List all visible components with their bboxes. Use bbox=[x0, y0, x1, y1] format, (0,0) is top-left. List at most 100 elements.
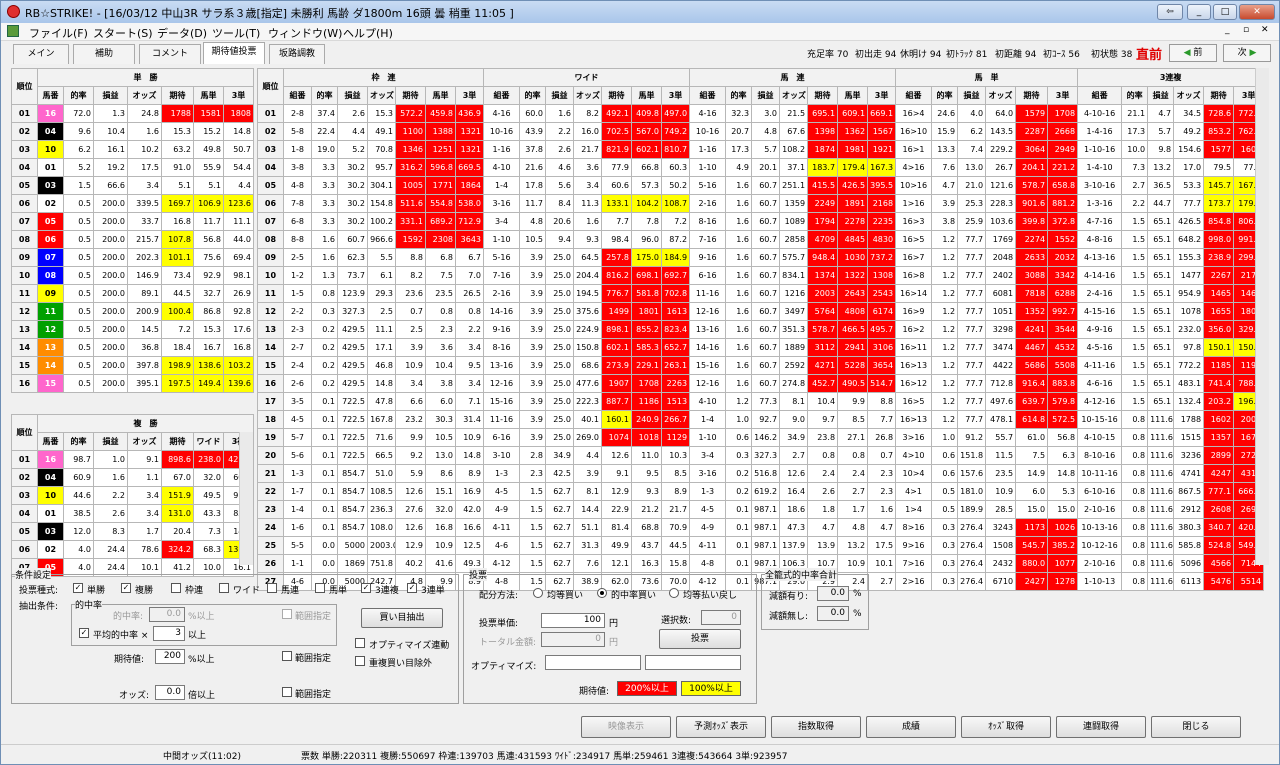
avg-hit-checkbox[interactable]: ✓ bbox=[79, 628, 89, 638]
table-row[interactable]: 05 03 1.5 66.6 3.4 5.1 5.1 4.4 bbox=[11, 176, 255, 195]
avg-hit-input[interactable]: 3 bbox=[153, 626, 185, 641]
maximize-button[interactable]: □ bbox=[1213, 4, 1237, 20]
exclude-dup-checkbox[interactable] bbox=[355, 656, 365, 666]
table-row[interactable]: 15 2-4 0.2 429.5 46.8 10.9 10.4 9.5 13-16 3.9 25.0… bbox=[257, 356, 1265, 375]
bet-type-checkbox[interactable]: ✓ bbox=[121, 583, 131, 593]
table-row[interactable]: 17 3-5 0.1 722.5 47.8 6.6 6.0 7.1 15-16 3.9 25.0 22… bbox=[257, 392, 1265, 411]
prev-button[interactable]: ◀ 前 bbox=[1169, 44, 1217, 62]
consecutive-button[interactable]: 連闘取得 bbox=[1056, 716, 1146, 738]
table-row[interactable]: 11 09 0.5 200.0 89.1 44.5 32.7 26.9 bbox=[11, 284, 255, 303]
expect-input[interactable]: 200 bbox=[155, 649, 185, 664]
table-row[interactable]: 11 1-5 0.8 123.9 29.3 23.6 23.5 26.5 2-16 3.9 25.0… bbox=[257, 284, 1265, 303]
tab-main[interactable]: メイン bbox=[13, 44, 69, 64]
table-row[interactable]: 16 15 0.5 200.0 395.1 197.5 149.4 139.6 bbox=[11, 374, 255, 393]
doc-restore-button[interactable]: ▫ bbox=[1243, 25, 1249, 35]
bet-type-checkbox[interactable] bbox=[219, 583, 229, 593]
odds-button[interactable]: ｵｯｽﾞ取得 bbox=[961, 716, 1051, 738]
optimize-link-checkbox[interactable] bbox=[355, 638, 365, 648]
predict-odds-button[interactable]: 予測ｵｯｽﾞ表示 bbox=[676, 716, 766, 738]
optimize-bar-1[interactable] bbox=[545, 655, 641, 670]
unit-input[interactable]: 100 bbox=[541, 613, 605, 628]
table-row[interactable]: 13 2-3 0.2 429.5 11.1 2.5 2.3 2.2 9-16 3.9 25.0 224… bbox=[257, 320, 1265, 339]
table-row[interactable]: 04 3-8 3.3 30.2 95.7 316.2 596.8 669.5 4-10 21.6 4… bbox=[257, 158, 1265, 177]
tab-comment[interactable]: コメント bbox=[139, 44, 201, 64]
table-row[interactable]: 12 11 0.5 200.0 200.9 100.4 86.8 92.8 bbox=[11, 302, 255, 321]
video-button[interactable]: 映像表示 bbox=[581, 716, 671, 738]
table-row[interactable]: 031044.62.23.4151.949.591.4 bbox=[11, 486, 255, 505]
table-row[interactable]: 09 07 0.5 200.0 202.3 101.1 75.6 69.4 bbox=[11, 248, 255, 267]
odds-input[interactable]: 0.0 bbox=[155, 685, 185, 700]
table-row[interactable]: 07 05 0.5 200.0 33.7 16.8 11.7 11.1 bbox=[11, 212, 255, 231]
table-row[interactable]: 01 16 72.0 1.3 24.8 1788 1581 1808 bbox=[11, 104, 255, 123]
table-row[interactable]: 21 1-3 0.1 854.7 51.0 5.9 8.6 8.9 1-3 2.3 42.5 3.9 9… bbox=[257, 464, 1265, 483]
table-row[interactable]: 22 1-7 0.1 854.7 108.5 12.6 15.1 16.9 4-5 1.5 62.7… bbox=[257, 482, 1265, 501]
doc-close-button[interactable]: ✕ bbox=[1261, 25, 1269, 35]
table-row[interactable]: 050312.08.31.720.47.314.2 bbox=[11, 522, 255, 541]
table-row[interactable]: 06 7-8 3.3 30.2 154.8 511.6 554.8 538.0 3-16 11.7… bbox=[257, 194, 1265, 213]
table-row[interactable]: 03 1-8 19.0 5.2 70.8 1346 1251 1321 1-16 37.8 2.6 2… bbox=[257, 140, 1265, 159]
table-row[interactable]: 10 08 0.5 200.0 146.9 73.4 92.9 98.1 bbox=[11, 266, 255, 285]
table-row[interactable]: 01 2-8 37.4 2.6 15.3 572.2 459.8 436.9 4-16 60.0 1… bbox=[257, 104, 1265, 123]
menu-tool[interactable]: ツール(T) bbox=[212, 25, 260, 41]
alloc-radio[interactable] bbox=[533, 588, 543, 598]
menu-start[interactable]: スタート(S) bbox=[93, 25, 153, 41]
odds-range-checkbox[interactable] bbox=[282, 687, 292, 697]
table-row[interactable]: 011698.71.09.1898.6238.0421.2 bbox=[11, 450, 255, 469]
table-row[interactable]: 05 4-8 3.3 30.2 304.1 1005 1771 1864 1-4 17.8 5.6 3… bbox=[257, 176, 1265, 195]
table-row[interactable]: 26 1-1 0.0 1869 751.8 40.2 41.6 49.3 4-12 1.5 62.7… bbox=[257, 554, 1265, 573]
optimize-bar-2[interactable] bbox=[645, 655, 741, 670]
table-row[interactable]: 04 01 5.2 19.2 17.5 91.0 55.9 54.4 bbox=[11, 158, 255, 177]
table-row[interactable]: 18 4-5 0.1 722.5 167.8 23.2 30.3 31.4 11-16 3.9 25… bbox=[257, 410, 1265, 429]
table-row[interactable]: 06024.024.478.6324.268.3131.3 bbox=[11, 540, 255, 559]
table-row[interactable]: 040138.52.63.4131.043.385.1 bbox=[11, 504, 255, 523]
minimize-button[interactable]: _ bbox=[1187, 4, 1211, 20]
table-row[interactable]: 08 8-8 1.6 60.7 966.6 1592 2308 3643 1-10 10.5 9.4… bbox=[257, 230, 1265, 249]
table-row[interactable]: 06 02 0.5 200.0 339.5 169.7 106.9 123.6 bbox=[11, 194, 255, 213]
menu-window[interactable]: ウィンドウ(W) bbox=[268, 25, 342, 41]
bet-type-checkbox[interactable] bbox=[315, 583, 325, 593]
close-button[interactable]: ✕ bbox=[1239, 4, 1275, 20]
alloc-radio[interactable] bbox=[597, 588, 607, 598]
index-button[interactable]: 指数取得 bbox=[771, 716, 861, 738]
fukusho-scrollbar[interactable] bbox=[239, 432, 253, 565]
bet-type-checkbox[interactable]: ✓ bbox=[407, 583, 417, 593]
table-row[interactable]: 02 5-8 22.4 4.4 49.1 1100 1388 1321 10-16 43.9 2.2… bbox=[257, 122, 1265, 141]
menu-data[interactable]: データ(D) bbox=[157, 25, 207, 41]
back-icon[interactable]: ⇦ bbox=[1157, 4, 1183, 20]
expect-range-checkbox[interactable] bbox=[282, 651, 292, 661]
close-window-button[interactable]: 閉じる bbox=[1151, 716, 1241, 738]
table-row[interactable]: 15 14 0.5 200.0 397.8 198.9 138.6 103.2 bbox=[11, 356, 255, 375]
doc-minimize-button[interactable]: _ bbox=[1225, 25, 1230, 35]
table-row[interactable]: 14 2-7 0.2 429.5 17.1 3.9 3.6 3.4 8-16 3.9 25.0 150… bbox=[257, 338, 1265, 357]
table-row[interactable]: 10 1-2 1.3 73.7 6.1 8.2 7.5 7.0 7-16 3.9 25.0 204.4… bbox=[257, 266, 1265, 285]
table-row[interactable]: 14 13 0.5 200.0 36.8 18.4 16.7 16.8 bbox=[11, 338, 255, 357]
tab-expected-vote[interactable]: 期待値投票 bbox=[203, 42, 265, 64]
table-row[interactable]: 08 06 0.5 200.0 215.7 107.8 56.8 44.0 bbox=[11, 230, 255, 249]
vote-button[interactable]: 投票 bbox=[659, 629, 741, 649]
menu-file[interactable]: ファイル(F) bbox=[29, 25, 88, 41]
hit-rate-input[interactable]: 0.0 bbox=[149, 607, 185, 622]
table-row[interactable]: 020460.91.61.167.032.060.4 bbox=[11, 468, 255, 487]
table-row[interactable]: 03 10 6.2 16.1 10.2 63.2 49.8 50.7 bbox=[11, 140, 255, 159]
table-row[interactable]: 19 5-7 0.1 722.5 71.6 9.9 10.5 10.9 6-16 3.9 25.0 2… bbox=[257, 428, 1265, 447]
bet-type-checkbox[interactable]: ✓ bbox=[361, 583, 371, 593]
combo-scrollbar[interactable] bbox=[1255, 68, 1269, 565]
table-row[interactable]: 16 2-6 0.2 429.5 14.8 3.4 3.8 3.4 12-16 3.9 25.0 47… bbox=[257, 374, 1265, 393]
next-button[interactable]: 次 ▶ bbox=[1223, 44, 1271, 62]
results-button[interactable]: 成績 bbox=[866, 716, 956, 738]
table-row[interactable]: 12 2-2 0.3 327.3 2.5 0.7 0.8 0.8 14-16 3.9 25.0 375… bbox=[257, 302, 1265, 321]
table-row[interactable]: 25 5-5 0.0 5000 2003.0 12.9 10.9 12.5 4-6 1.5 62.7… bbox=[257, 536, 1265, 555]
table-row[interactable]: 23 1-4 0.1 854.7 236.3 27.6 32.0 42.0 4-9 1.5 62.7… bbox=[257, 500, 1265, 519]
alloc-radio[interactable] bbox=[669, 588, 679, 598]
table-row[interactable]: 13 12 0.5 200.0 14.5 7.2 15.3 17.6 bbox=[11, 320, 255, 339]
bet-type-checkbox[interactable] bbox=[171, 583, 181, 593]
hit-range-checkbox[interactable] bbox=[282, 609, 292, 619]
tab-hill-training[interactable]: 坂路調教 bbox=[269, 44, 325, 64]
bet-type-checkbox[interactable]: ✓ bbox=[73, 583, 83, 593]
table-row[interactable]: 09 2-5 1.6 62.3 5.5 8.8 6.8 6.7 5-16 3.9 25.0 64.5 2… bbox=[257, 248, 1265, 267]
table-row[interactable]: 07 6-8 3.3 30.2 100.2 331.1 689.2 712.9 3-4 4.8 20… bbox=[257, 212, 1265, 231]
table-row[interactable]: 02 04 9.6 10.4 1.6 15.3 15.2 14.8 bbox=[11, 122, 255, 141]
table-row[interactable]: 20 5-6 0.1 722.5 66.5 9.2 13.0 14.8 3-10 2.8 34.9 4… bbox=[257, 446, 1265, 465]
menu-help[interactable]: ヘルプ(H) bbox=[343, 25, 393, 41]
bet-type-checkbox[interactable] bbox=[267, 583, 277, 593]
